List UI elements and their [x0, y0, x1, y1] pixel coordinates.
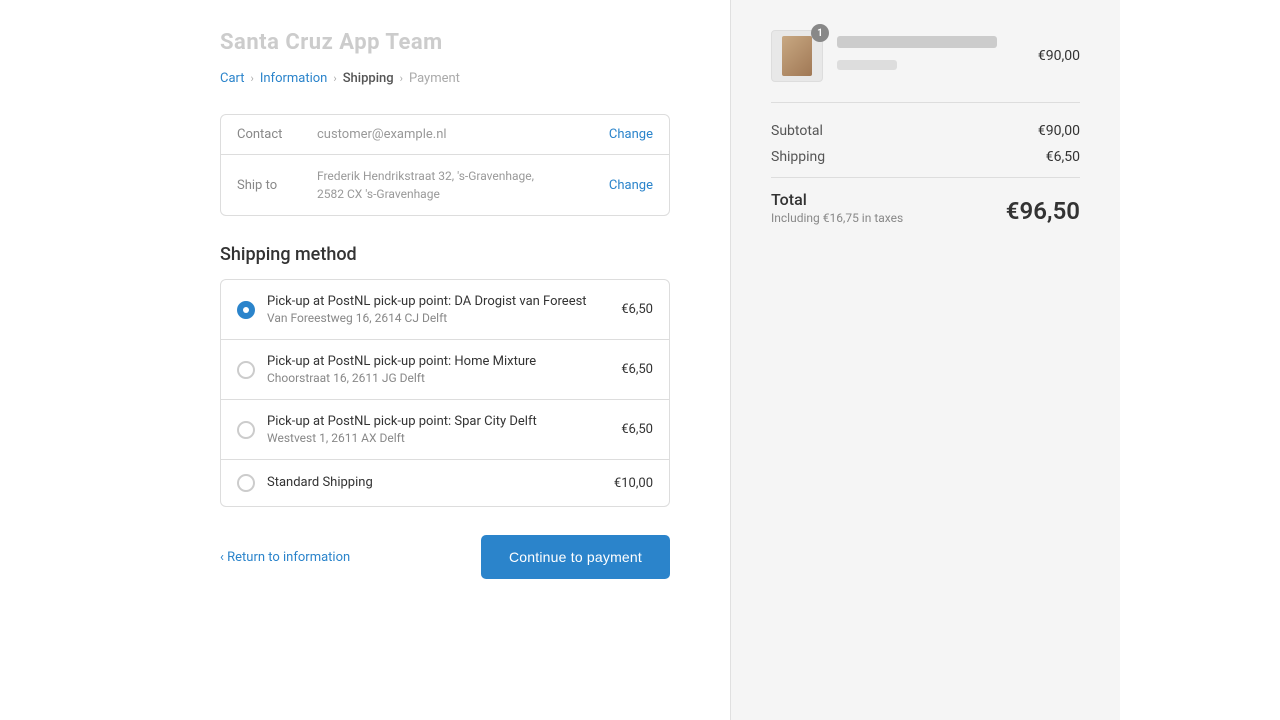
product-image-wrapper: 1	[771, 30, 823, 82]
total-label-group: Total Including €16,75 in taxes	[771, 190, 903, 225]
total-row: Total Including €16,75 in taxes €96,50	[771, 190, 1080, 225]
product-badge: 1	[811, 24, 829, 42]
option-4-name: Standard Shipping	[267, 475, 602, 490]
option-3-price: €6,50	[621, 422, 653, 437]
contact-value: customer@example.nl	[317, 127, 599, 142]
shipto-value: Frederik Hendrikstraat 32, 's-Gravenhage…	[317, 167, 599, 203]
shipping-options-list: Pick-up at PostNL pick-up point: DA Drog…	[220, 279, 670, 507]
shipping-option-4[interactable]: Standard Shipping €10,00	[221, 460, 669, 506]
total-value: €96,50	[1006, 197, 1080, 225]
option-2-address: Choorstraat 16, 2611 JG Delft	[267, 371, 609, 385]
contact-ship-box: Contact customer@example.nl Change Ship …	[220, 114, 670, 216]
breadcrumb-payment: Payment	[409, 71, 460, 86]
shipping-row: Shipping €6,50	[771, 149, 1080, 165]
store-title: Santa Cruz App Team	[220, 30, 670, 55]
option-4-price: €10,00	[614, 476, 653, 491]
shipping-option-3[interactable]: Pick-up at PostNL pick-up point: Spar Ci…	[221, 400, 669, 460]
shipping-option-1[interactable]: Pick-up at PostNL pick-up point: DA Drog…	[221, 280, 669, 340]
option-3-address: Westvest 1, 2611 AX Delft	[267, 431, 609, 445]
breadcrumb: Cart › Information › Shipping › Payment	[220, 71, 670, 86]
option-4-details: Standard Shipping	[267, 475, 602, 492]
option-1-name: Pick-up at PostNL pick-up point: DA Drog…	[267, 294, 609, 309]
shipping-option-2[interactable]: Pick-up at PostNL pick-up point: Home Mi…	[221, 340, 669, 400]
breadcrumb-information[interactable]: Information	[260, 71, 328, 86]
shipping-value: €6,50	[1046, 149, 1080, 165]
subtotal-label: Subtotal	[771, 123, 823, 139]
left-panel: Santa Cruz App Team Cart › Information ›…	[0, 0, 730, 720]
radio-2	[237, 361, 255, 379]
option-1-price: €6,50	[621, 302, 653, 317]
radio-1-inner	[243, 307, 249, 313]
breadcrumb-shipping: Shipping	[343, 71, 394, 86]
breadcrumb-sep-2: ›	[333, 72, 336, 85]
total-label: Total	[771, 190, 903, 209]
total-tax-note: Including €16,75 in taxes	[771, 211, 903, 225]
return-to-information-link[interactable]: ‹ Return to information	[220, 550, 350, 565]
contact-change[interactable]: Change	[609, 127, 653, 142]
radio-1	[237, 301, 255, 319]
bottom-actions: ‹ Return to information Continue to paym…	[220, 535, 670, 579]
contact-row: Contact customer@example.nl Change	[221, 115, 669, 155]
breadcrumb-sep-3: ›	[400, 72, 403, 85]
product-name	[837, 36, 1038, 76]
product-info	[837, 36, 1038, 76]
option-2-name: Pick-up at PostNL pick-up point: Home Mi…	[267, 354, 609, 369]
subtotal-row: Subtotal €90,00	[771, 123, 1080, 139]
shipto-label: Ship to	[237, 178, 317, 193]
summary-divider	[771, 177, 1080, 178]
product-image-placeholder	[782, 36, 812, 76]
radio-4	[237, 474, 255, 492]
shipping-method-title: Shipping method	[220, 244, 670, 265]
breadcrumb-sep-1: ›	[251, 72, 254, 85]
shipto-change[interactable]: Change	[609, 178, 653, 193]
product-row: 1 €90,00	[771, 30, 1080, 103]
option-2-price: €6,50	[621, 362, 653, 377]
contact-label: Contact	[237, 127, 317, 142]
option-1-details: Pick-up at PostNL pick-up point: DA Drog…	[267, 294, 609, 325]
breadcrumb-cart[interactable]: Cart	[220, 71, 245, 86]
right-panel: 1 €90,00 Subtotal €90,00 Shipping €6,50 …	[730, 0, 1120, 720]
continue-to-payment-button[interactable]: Continue to payment	[481, 535, 670, 579]
product-price: €90,00	[1038, 48, 1080, 64]
subtotal-value: €90,00	[1038, 123, 1080, 139]
option-1-address: Van Foreestweg 16, 2614 CJ Delft	[267, 311, 609, 325]
option-3-name: Pick-up at PostNL pick-up point: Spar Ci…	[267, 414, 609, 429]
shipping-label: Shipping	[771, 149, 825, 165]
radio-3	[237, 421, 255, 439]
shipto-row: Ship to Frederik Hendrikstraat 32, 's-Gr…	[221, 155, 669, 215]
option-2-details: Pick-up at PostNL pick-up point: Home Mi…	[267, 354, 609, 385]
option-3-details: Pick-up at PostNL pick-up point: Spar Ci…	[267, 414, 609, 445]
